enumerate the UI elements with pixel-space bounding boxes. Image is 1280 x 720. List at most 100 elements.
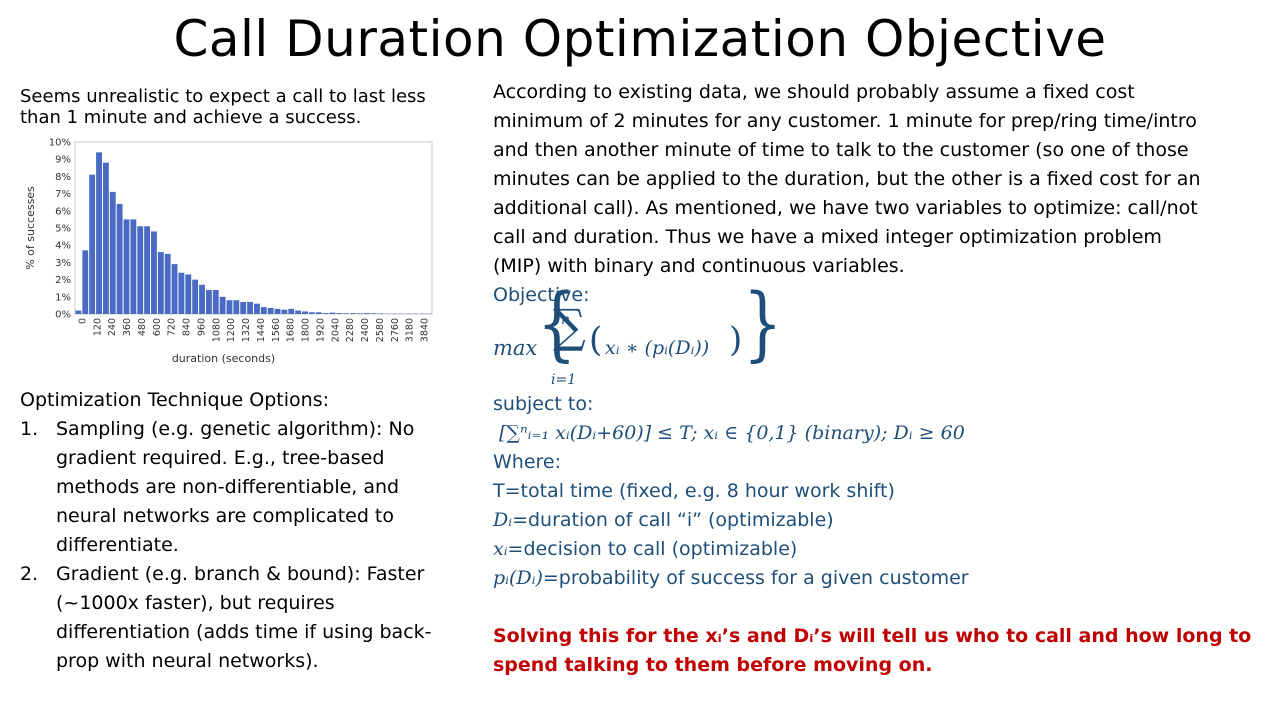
objective-label: Objective: [493, 284, 590, 306]
histogram-bar [137, 226, 144, 314]
technique-line: Gradient (e.g. branch & bound): Faster [56, 563, 425, 585]
right-brace: } [743, 275, 783, 371]
technique-item-1: 1. Sampling (e.g. genetic algorithm): No… [20, 415, 450, 560]
histogram-bar [205, 289, 212, 314]
techniques-list: 1. Sampling (e.g. genetic algorithm): No… [20, 415, 450, 676]
definition-text: =duration of call “i” (optimizable) [512, 509, 834, 531]
histogram-bar [82, 250, 89, 314]
objective-term: xᵢ ∗ (pᵢ(Dᵢ)) [605, 337, 710, 359]
y-tick-label: 2% [55, 275, 71, 286]
y-tick-label: 6% [55, 206, 71, 217]
histogram-bar [343, 313, 350, 314]
x-tick-label: 1440 [256, 318, 267, 342]
x-tick-label: 3180 [405, 318, 416, 342]
left-paren: ( [589, 320, 603, 360]
x-tick-label: 360 [122, 318, 133, 336]
assumption-paragraph: According to existing data, we should pr… [493, 78, 1253, 281]
technique-item-2: 2. Gradient (e.g. branch & bound): Faste… [20, 560, 450, 676]
histogram-bar [254, 303, 260, 314]
technique-line: differentiate. [56, 534, 179, 556]
histogram-bar [96, 152, 102, 314]
x-tick-label: 840 [182, 318, 193, 336]
histogram-bar [164, 253, 171, 314]
max-operator: max [493, 336, 538, 360]
technique-line: methods are non-differentiable, and [56, 476, 400, 498]
conclusion: Solving this for the xᵢ’s and Dᵢ’s will … [493, 622, 1253, 680]
histogram-bar [302, 311, 308, 314]
histogram-bar [102, 162, 109, 314]
histogram-bar [219, 296, 226, 314]
histogram-bar [109, 191, 116, 314]
definition-text: T=total time (fixed, e.g. 8 hour work sh… [493, 480, 895, 502]
histogram-bar [370, 313, 377, 314]
technique-line: prop with neural networks). [56, 650, 319, 672]
techniques-title: Optimization Technique Options: [20, 389, 330, 411]
histogram-bar [356, 313, 363, 314]
histogram-bar [157, 252, 164, 314]
definition-probability: pᵢ(Dᵢ)=probability of success for a give… [493, 564, 1253, 593]
histogram-bar [123, 219, 130, 314]
histogram-bar [322, 313, 329, 314]
paragraph-line: and then another minute of time to talk … [493, 139, 1189, 161]
slide-title: Call Duration Optimization Objective [173, 10, 1107, 68]
x-tick-label: 1320 [241, 318, 252, 342]
histogram-bar [308, 312, 315, 314]
x-tick-label: 2040 [330, 318, 341, 342]
histogram-bar [281, 309, 288, 314]
right-paren: ) [729, 320, 743, 360]
histogram-bar [212, 289, 219, 314]
histogram-bar [151, 231, 157, 314]
y-tick-label: 4% [55, 241, 71, 252]
definition-text: =decision to call (optimizable) [507, 538, 798, 560]
intro-line-1: Seems unrealistic to expect a call to la… [20, 86, 426, 107]
where-label: Where: [493, 451, 562, 473]
x-tick-label: 600 [152, 318, 163, 336]
histogram-bar [295, 310, 302, 314]
histogram-bar [199, 284, 205, 314]
technique-line: differentiation (adds time if using back… [56, 621, 432, 643]
definition-text: =probability of success for a given cust… [542, 567, 969, 589]
technique-number: 1. [20, 418, 39, 440]
histogram-bar [315, 312, 322, 314]
histogram-bar [274, 308, 281, 314]
histogram-bar [350, 313, 356, 314]
x-tick-label: 480 [137, 318, 148, 336]
histogram-bar [267, 307, 274, 314]
x-tick-label: 1920 [315, 318, 326, 342]
definition-symbol: Dᵢ [493, 509, 513, 531]
technique-line: neural networks are complicated to [56, 505, 395, 527]
left-intro: Seems unrealistic to expect a call to la… [20, 86, 460, 128]
paragraph-line: additional call). As mentioned, we have … [493, 197, 1198, 219]
x-tick-label: 2580 [375, 318, 386, 342]
y-tick-label: 9% [55, 155, 71, 166]
x-tick-label: 3840 [420, 318, 431, 342]
histogram-bar [240, 301, 247, 314]
histogram-bar [178, 272, 185, 314]
x-tick-label: 1800 [301, 318, 312, 342]
y-tick-label: 3% [55, 258, 71, 269]
histogram-bar [329, 312, 336, 314]
constraint-formula: [∑ⁿᵢ₌₁ xᵢ(Dᵢ+60)] ≤ T; xᵢ ∈ {0,1} (binar… [499, 422, 965, 444]
histogram-bar [260, 307, 267, 314]
histogram-bar [192, 279, 199, 314]
technique-line: Sampling (e.g. genetic algorithm): No [56, 418, 415, 440]
technique-number: 2. [20, 563, 39, 585]
histogram-bar [336, 313, 343, 314]
paragraph-line: (MIP) with binary and continuous variabl… [493, 255, 905, 277]
right-column: According to existing data, we should pr… [493, 78, 1253, 680]
conclusion-line-1: Solving this for the xᵢ’s and Dᵢ’s will … [493, 625, 1252, 647]
intro-line-2: than 1 minute and achieve a success. [20, 107, 362, 128]
paragraph-line: call and duration. Thus we have a mixed … [493, 226, 1162, 248]
x-tick-label: 1680 [286, 318, 297, 342]
y-tick-label: 1% [55, 292, 71, 303]
histogram-bar [89, 174, 96, 314]
x-tick-label: 2760 [390, 318, 401, 342]
y-axis-label: % of successes [24, 186, 37, 270]
histogram-bar [363, 313, 370, 314]
histogram-svg: 0% 1% 2% 3% 4% 5% 6% 7% 8% 9% 10% 0 120 240 360 480 600 7… [24, 138, 433, 365]
histogram-bar [75, 310, 82, 314]
x-tick-label: 960 [196, 318, 207, 336]
x-tick-label: 120 [92, 318, 103, 336]
sum-upper-limit: n [561, 312, 571, 328]
histogram-bar [185, 274, 192, 314]
